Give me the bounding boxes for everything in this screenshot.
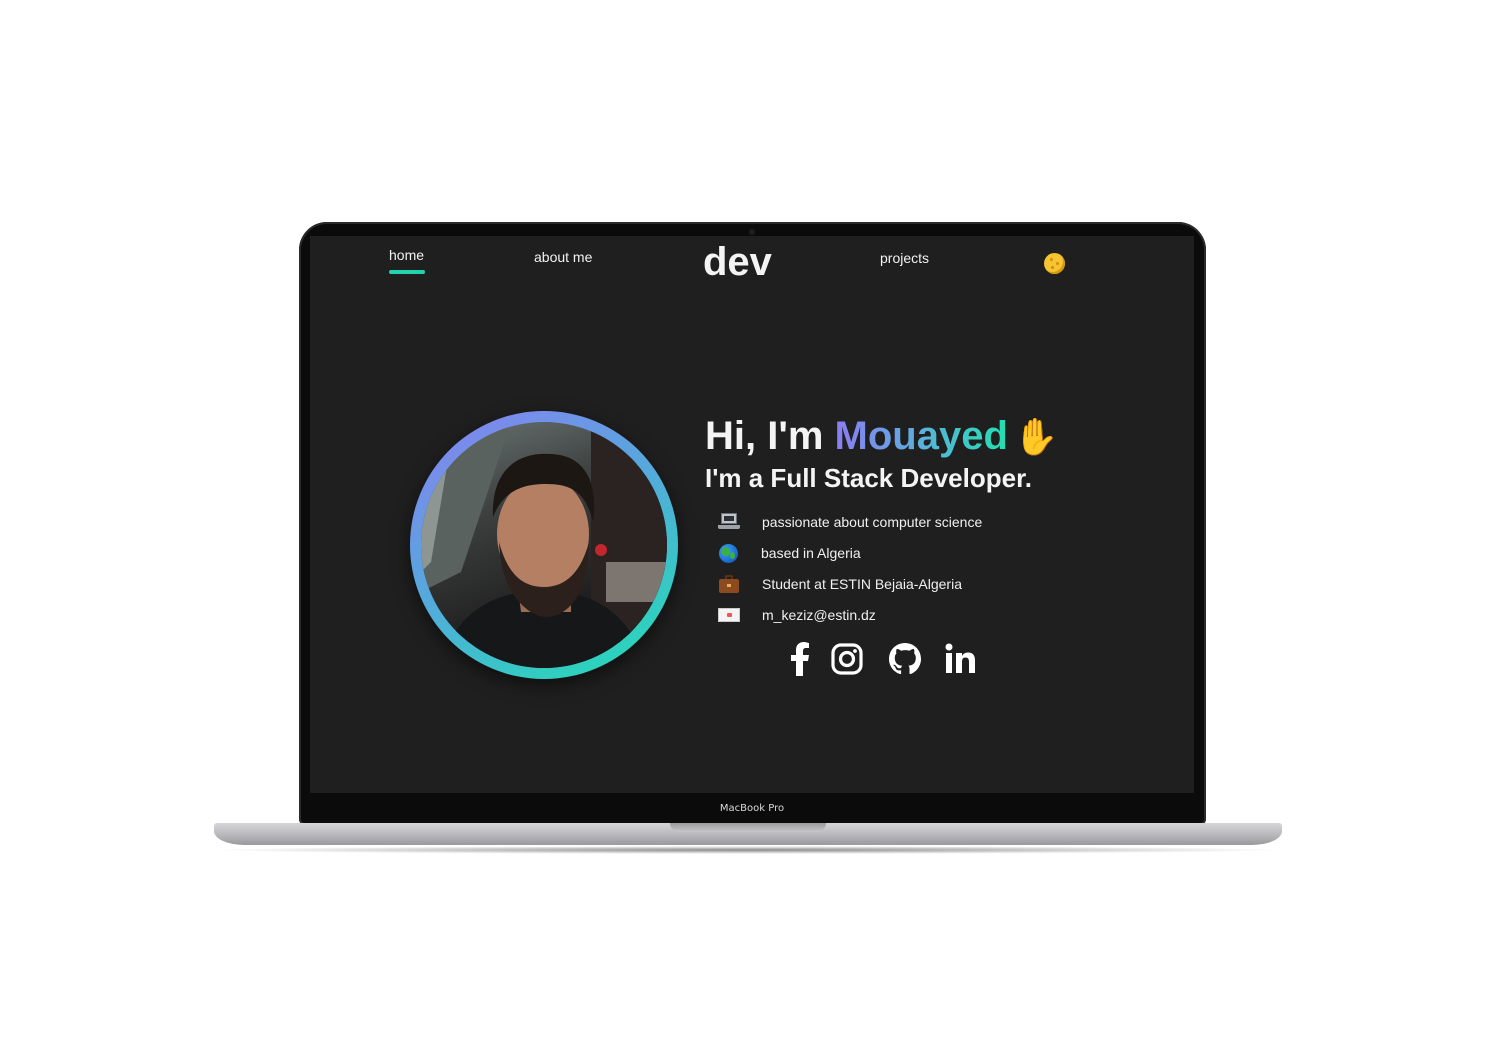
screen: home about me dev projects Hi, I'm Mouay… bbox=[310, 236, 1194, 793]
hero-headline: Hi, I'm Mouayed ✋ bbox=[705, 414, 1059, 459]
device-label: MacBook Pro bbox=[719, 803, 785, 814]
avatar-ring bbox=[410, 411, 678, 679]
fact-text: Student at ESTIN Bejaia-Algeria bbox=[762, 576, 962, 592]
camera bbox=[749, 229, 755, 235]
hero-name: Mouayed bbox=[834, 414, 1008, 458]
waving-hand-icon: ✋ bbox=[1013, 416, 1059, 457]
nav-home-link[interactable]: home bbox=[389, 247, 424, 263]
facebook-icon[interactable] bbox=[784, 642, 818, 676]
laptop-shadow bbox=[206, 846, 1290, 854]
fact-text: based in Algeria bbox=[761, 545, 861, 561]
linkedin-icon[interactable] bbox=[944, 642, 978, 676]
briefcase-icon bbox=[718, 575, 740, 593]
github-icon[interactable] bbox=[888, 642, 922, 676]
fact-text: passionate about computer science bbox=[762, 514, 983, 530]
greeting-text: Hi, I'm bbox=[705, 414, 835, 458]
envelope-icon bbox=[718, 606, 740, 624]
hero-subtitle: I'm a Full Stack Developer. bbox=[705, 463, 1032, 493]
laptop-notch bbox=[670, 823, 826, 832]
globe-icon bbox=[719, 544, 738, 563]
nav-projects-link[interactable]: projects bbox=[880, 250, 929, 266]
site-logo[interactable]: dev bbox=[703, 240, 772, 285]
nav-active-indicator bbox=[389, 270, 425, 274]
moon-icon[interactable] bbox=[1044, 253, 1065, 274]
nav-about-link[interactable]: about me bbox=[534, 249, 592, 265]
avatar bbox=[421, 422, 667, 668]
fact-text[interactable]: m_keziz@estin.dz bbox=[762, 607, 876, 623]
laptop-icon bbox=[718, 513, 740, 531]
instagram-icon[interactable] bbox=[830, 642, 864, 676]
